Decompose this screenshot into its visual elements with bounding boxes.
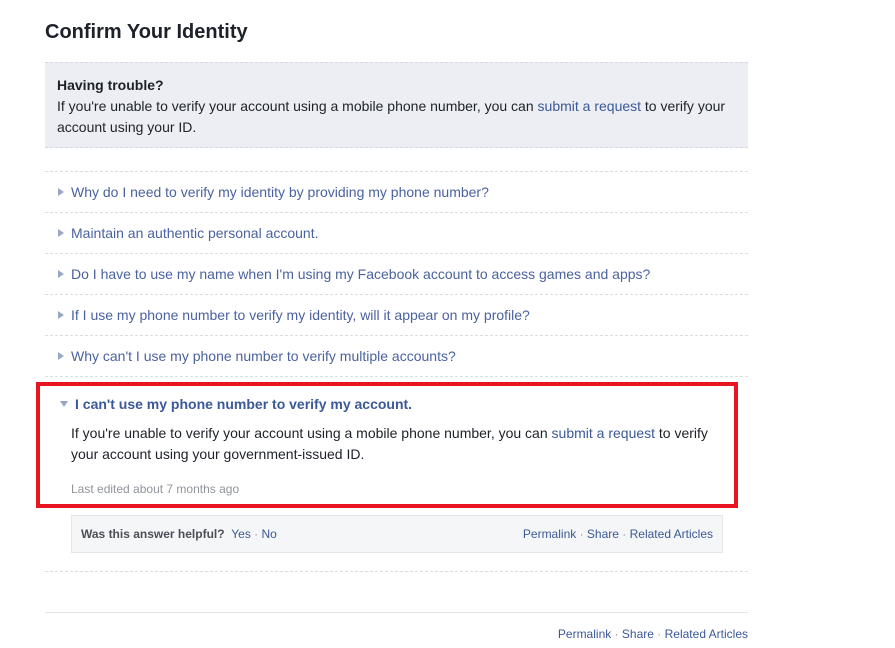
expanded-question[interactable]: I can't use my phone number to verify my…	[60, 396, 412, 412]
answer-text-start: If you're unable to verify your account …	[71, 425, 552, 441]
footer-related-articles-link[interactable]: Related Articles	[665, 627, 748, 641]
triangle-right-icon	[58, 352, 64, 360]
related-articles-link[interactable]: Related Articles	[630, 527, 713, 541]
faq-question[interactable]: Do I have to use my name when I'm using …	[71, 266, 650, 282]
separator: ·	[250, 527, 262, 541]
faq-item[interactable]: Do I have to use my name when I'm using …	[45, 253, 748, 294]
faq-question[interactable]: Maintain an authentic personal account.	[71, 225, 319, 241]
separator: ·	[611, 627, 622, 641]
triangle-right-icon	[58, 270, 64, 278]
triangle-right-icon	[58, 311, 64, 319]
triangle-down-icon	[60, 401, 68, 407]
having-trouble-box: Having trouble? If you're unable to veri…	[45, 62, 748, 148]
faq-item[interactable]: If I use my phone number to verify my id…	[45, 294, 748, 335]
faq-item[interactable]: Why can't I use my phone number to verif…	[45, 335, 748, 376]
trouble-text: If you're unable to verify your account …	[57, 96, 736, 138]
expanded-faq-item: I can't use my phone number to verify my…	[36, 382, 738, 508]
helpful-bar: Was this answer helpful? Yes · No Permal…	[71, 515, 723, 553]
trouble-text-start: If you're unable to verify your account …	[57, 98, 538, 114]
helpful-actions: Permalink · Share · Related Articles	[523, 527, 713, 541]
footer-links: Permalink · Share · Related Articles	[558, 627, 748, 641]
triangle-right-icon	[58, 188, 64, 196]
triangle-right-icon	[58, 229, 64, 237]
page-title: Confirm Your Identity	[45, 21, 248, 43]
faq-item[interactable]: Maintain an authentic personal account.	[45, 212, 748, 253]
faq-question[interactable]: Why do I need to verify my identity by p…	[71, 184, 489, 200]
divider	[45, 571, 748, 572]
faq-question[interactable]: Why can't I use my phone number to verif…	[71, 348, 456, 364]
share-link[interactable]: Share	[587, 527, 619, 541]
footer-permalink-link[interactable]: Permalink	[558, 627, 611, 641]
helpful-feedback: Was this answer helpful? Yes · No	[81, 527, 277, 541]
faq-list: Why do I need to verify my identity by p…	[45, 171, 748, 377]
footer-share-link[interactable]: Share	[622, 627, 654, 641]
faq-item[interactable]: Why do I need to verify my identity by p…	[45, 171, 748, 212]
submit-request-link[interactable]: submit a request	[538, 98, 642, 114]
no-link[interactable]: No	[262, 527, 277, 541]
expanded-answer: If you're unable to verify your account …	[71, 423, 731, 465]
separator: ·	[653, 627, 665, 641]
divider	[45, 376, 748, 377]
separator: ·	[618, 527, 630, 541]
expanded-question-label[interactable]: I can't use my phone number to verify my…	[75, 396, 412, 412]
helpful-label: Was this answer helpful?	[81, 527, 225, 541]
permalink-link[interactable]: Permalink	[523, 527, 576, 541]
separator: ·	[576, 527, 587, 541]
yes-link[interactable]: Yes	[231, 527, 251, 541]
faq-question[interactable]: If I use my phone number to verify my id…	[71, 307, 530, 323]
divider	[45, 612, 748, 613]
last-edited: Last edited about 7 months ago	[71, 482, 240, 496]
submit-request-link[interactable]: submit a request	[552, 425, 656, 441]
trouble-heading: Having trouble?	[57, 77, 164, 93]
